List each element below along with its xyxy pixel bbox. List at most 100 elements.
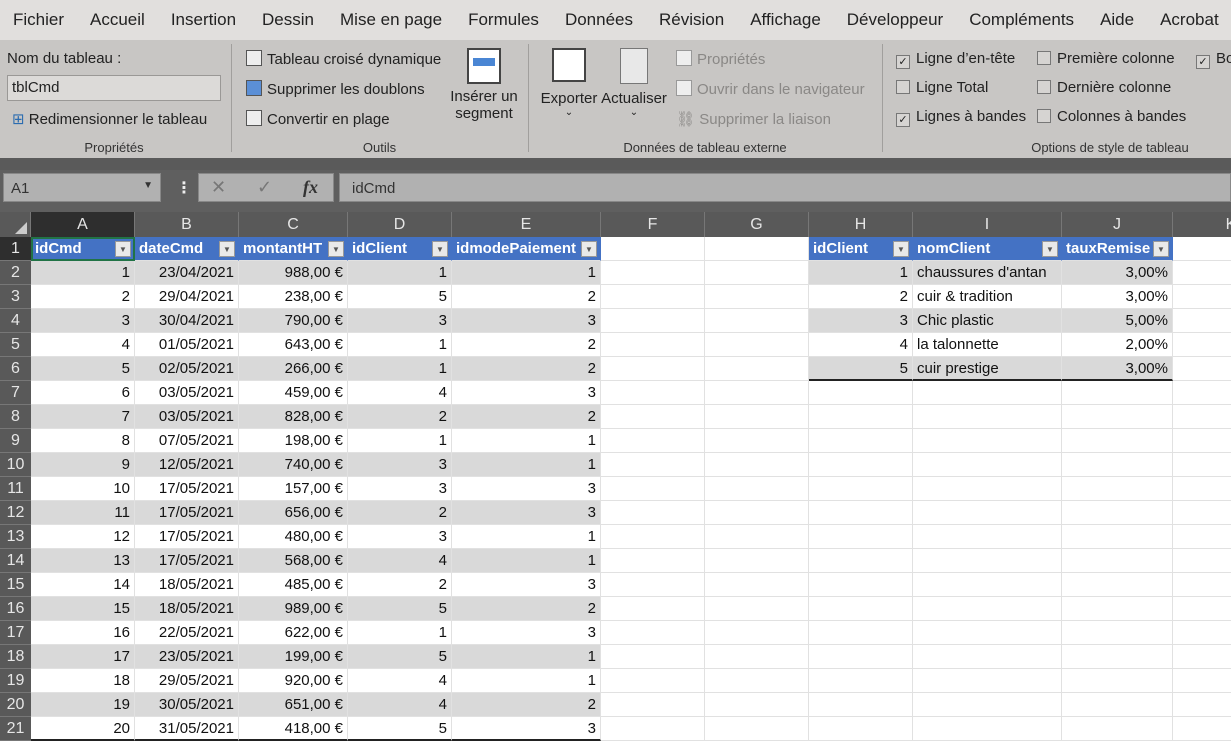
table-cell[interactable]: 3 — [452, 717, 601, 741]
table-cell[interactable]: 2 — [452, 285, 601, 309]
table-cell[interactable]: 1 — [348, 333, 452, 357]
table-header-cell[interactable]: idmodePaiement ▼ — [452, 237, 601, 261]
table-cell[interactable]: 5 — [348, 717, 452, 741]
cell[interactable] — [809, 717, 913, 741]
table-cell[interactable]: 5 — [31, 357, 135, 381]
cell[interactable] — [1173, 621, 1231, 645]
cancel-icon[interactable]: ✕ — [211, 177, 226, 198]
style-option-checkbox[interactable]: ✓ Ligne d’en-tête — [896, 50, 1015, 69]
name-box[interactable]: A1 ▼ — [3, 173, 161, 202]
row-header[interactable]: 19 — [0, 669, 31, 693]
menu-4[interactable]: Mise en page — [327, 10, 455, 30]
cell[interactable] — [1173, 405, 1231, 429]
table-cell[interactable]: 480,00 € — [239, 525, 348, 549]
table-cell[interactable]: 157,00 € — [239, 477, 348, 501]
row-header[interactable]: 15 — [0, 573, 31, 597]
cell[interactable] — [601, 285, 705, 309]
table-cell[interactable]: 31/05/2021 — [135, 717, 239, 741]
cell[interactable] — [913, 549, 1062, 573]
filter-dropdown-icon[interactable]: ▼ — [581, 241, 597, 257]
column-header-H[interactable]: H — [809, 212, 913, 237]
table-cell[interactable]: 2 — [348, 501, 452, 525]
table-cell[interactable]: 3 — [452, 501, 601, 525]
table-cell[interactable]: 1 — [452, 453, 601, 477]
row-header[interactable]: 9 — [0, 429, 31, 453]
filter-dropdown-icon[interactable]: ▼ — [328, 241, 344, 257]
cell[interactable] — [705, 261, 809, 285]
row-header[interactable]: 4 — [0, 309, 31, 333]
table-cell[interactable]: 3 — [31, 309, 135, 333]
table-cell[interactable]: cuir & tradition — [913, 285, 1062, 309]
table-cell[interactable]: 13 — [31, 549, 135, 573]
row-header[interactable]: 20 — [0, 693, 31, 717]
row-header[interactable]: 7 — [0, 381, 31, 405]
table-header-cell[interactable]: montantHT ▼ — [239, 237, 348, 261]
table-cell[interactable]: 3,00% — [1062, 285, 1173, 309]
cell[interactable] — [1173, 645, 1231, 669]
cell[interactable] — [913, 453, 1062, 477]
cell[interactable] — [1173, 597, 1231, 621]
cell[interactable] — [1062, 381, 1173, 405]
table-cell[interactable]: 3 — [452, 381, 601, 405]
cell[interactable] — [1173, 381, 1231, 405]
cell[interactable] — [601, 717, 705, 741]
remove-duplicates-button[interactable]: Supprimer les doublons — [246, 80, 425, 98]
cell[interactable] — [809, 381, 913, 405]
table-cell[interactable]: 656,00 € — [239, 501, 348, 525]
table-cell[interactable]: 5 — [348, 645, 452, 669]
table-cell[interactable]: 30/05/2021 — [135, 693, 239, 717]
table-cell[interactable]: 03/05/2021 — [135, 405, 239, 429]
table-cell[interactable]: la talonnette — [913, 333, 1062, 357]
table-cell[interactable]: 3 — [348, 525, 452, 549]
menu-9[interactable]: Développeur — [834, 10, 956, 30]
cell[interactable] — [601, 525, 705, 549]
table-cell[interactable]: 11 — [31, 501, 135, 525]
style-option-checkbox[interactable]: ✓ Lignes à bandes — [896, 108, 1026, 127]
select-all-button[interactable] — [0, 212, 31, 237]
table-cell[interactable]: 643,00 € — [239, 333, 348, 357]
cell[interactable] — [809, 453, 913, 477]
table-cell[interactable]: 1 — [452, 261, 601, 285]
table-cell[interactable]: 23/04/2021 — [135, 261, 239, 285]
table-cell[interactable]: 2 — [31, 285, 135, 309]
cell[interactable] — [1062, 453, 1173, 477]
cell[interactable] — [705, 717, 809, 741]
column-header-E[interactable]: E — [452, 212, 601, 237]
filter-dropdown-icon[interactable]: ▼ — [1042, 241, 1058, 257]
cell[interactable] — [705, 573, 809, 597]
row-header[interactable]: 8 — [0, 405, 31, 429]
cell[interactable] — [601, 381, 705, 405]
row-header[interactable]: 11 — [0, 477, 31, 501]
table-cell[interactable]: 5,00% — [1062, 309, 1173, 333]
style-option-checkbox[interactable]: Ligne Total — [896, 79, 988, 96]
menu-2[interactable]: Insertion — [158, 10, 249, 30]
table-cell[interactable]: 18/05/2021 — [135, 597, 239, 621]
cell[interactable] — [1173, 669, 1231, 693]
table-header-cell[interactable]: tauxRemise ▼ — [1062, 237, 1173, 261]
table-cell[interactable]: 19 — [31, 693, 135, 717]
cell[interactable] — [1062, 669, 1173, 693]
cell[interactable] — [705, 621, 809, 645]
table-cell[interactable]: 828,00 € — [239, 405, 348, 429]
cell[interactable] — [913, 501, 1062, 525]
cell[interactable] — [1173, 285, 1231, 309]
table-cell[interactable]: 30/04/2021 — [135, 309, 239, 333]
cell[interactable] — [1062, 597, 1173, 621]
cell[interactable] — [1062, 405, 1173, 429]
table-cell[interactable]: 3 — [348, 309, 452, 333]
table-cell[interactable]: 988,00 € — [239, 261, 348, 285]
cell[interactable] — [913, 381, 1062, 405]
cell[interactable] — [705, 453, 809, 477]
enter-icon[interactable]: ✓ — [257, 177, 272, 198]
table-cell[interactable]: 7 — [31, 405, 135, 429]
table-cell[interactable]: 17/05/2021 — [135, 477, 239, 501]
cell[interactable] — [1173, 237, 1231, 261]
cell[interactable] — [1062, 717, 1173, 741]
filter-dropdown-icon[interactable]: ▼ — [1153, 241, 1169, 257]
cell[interactable] — [809, 693, 913, 717]
table-header-cell[interactable]: idClient ▼ — [809, 237, 913, 261]
row-header[interactable]: 12 — [0, 501, 31, 525]
menu-5[interactable]: Formules — [455, 10, 552, 30]
row-header[interactable]: 5 — [0, 333, 31, 357]
table-cell[interactable]: 4 — [348, 693, 452, 717]
